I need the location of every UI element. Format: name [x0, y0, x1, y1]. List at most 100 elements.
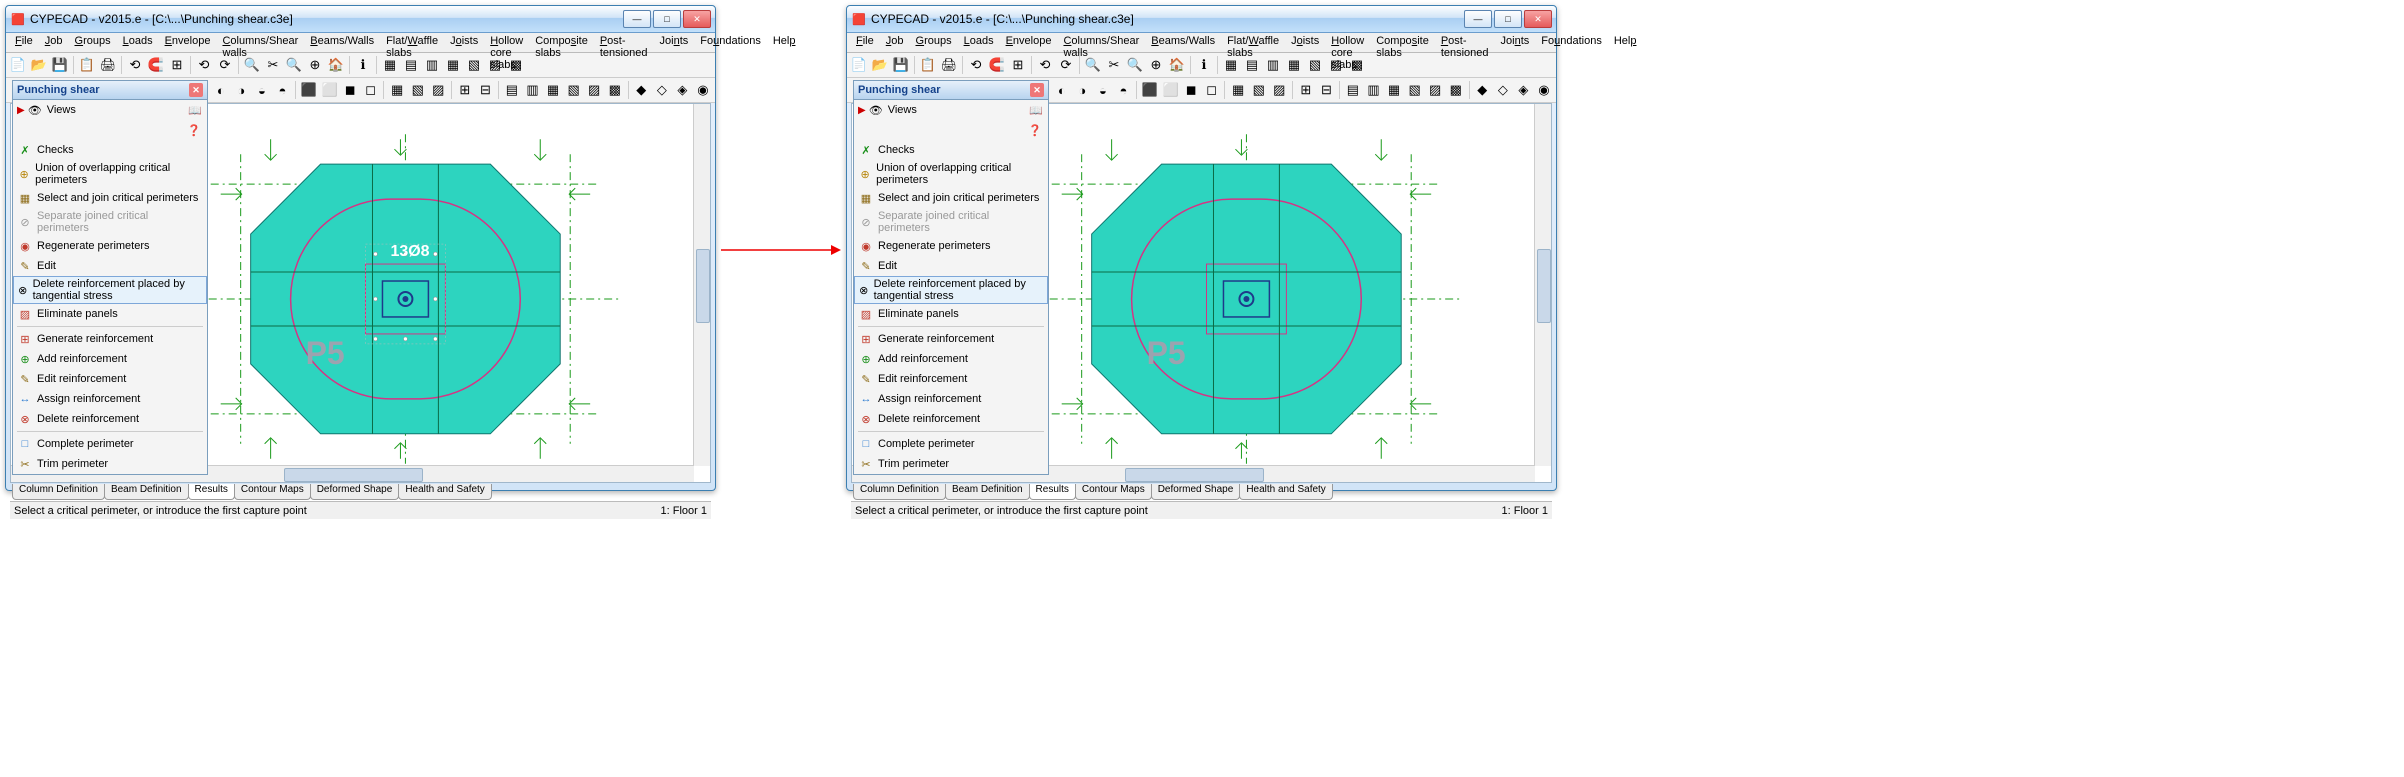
help-icon[interactable]: 📖 — [187, 104, 203, 117]
toolbar-button[interactable]: 🧲 — [987, 55, 1007, 75]
toolbar-button[interactable]: ◐ — [1052, 80, 1072, 100]
toolbar-button[interactable]: ▥ — [523, 80, 543, 100]
toolbar-button[interactable]: ▦ — [543, 80, 563, 100]
tab-deformedshape[interactable]: Deformed Shape — [1151, 484, 1241, 500]
toolbar-button[interactable]: ▥ — [422, 55, 442, 75]
panel-item-assign-reinforcement[interactable]: ↔Assign reinforcement — [854, 389, 1048, 409]
toolbar-button[interactable]: ▨ — [1270, 80, 1290, 100]
panel-item-complete-perimeter[interactable]: □Complete perimeter — [13, 434, 207, 454]
toolbar-button[interactable]: ✂ — [1104, 55, 1124, 75]
toolbar-button[interactable]: 📂 — [29, 55, 49, 75]
panel-titlebar[interactable]: Punching shear ✕ — [13, 81, 207, 100]
info-icon[interactable]: ❓ — [1028, 124, 1042, 137]
panel-item-add-reinforcement[interactable]: ⊕Add reinforcement — [854, 349, 1048, 369]
toolbar-button[interactable]: ▩ — [605, 80, 625, 100]
menu-foundations[interactable]: Foundations — [694, 33, 767, 52]
toolbar-button[interactable]: ⊟ — [476, 80, 496, 100]
toolbar-button[interactable]: ▤ — [401, 55, 421, 75]
menu-foundations[interactable]: Foundations — [1535, 33, 1608, 52]
toolbar-button[interactable]: 📋 — [918, 55, 938, 75]
menu-joists[interactable]: Joists — [1285, 33, 1325, 52]
panel-item-eliminate-panels[interactable]: ▨Eliminate panels — [13, 304, 207, 324]
menu-groups[interactable]: Groups — [910, 33, 958, 52]
toolbar-button[interactable]: ⟲ — [966, 55, 986, 75]
panel-item-add-reinforcement[interactable]: ⊕Add reinforcement — [13, 349, 207, 369]
tab-healthandsafety[interactable]: Health and Safety — [1239, 484, 1333, 500]
toolbar-button[interactable]: ▩ — [1347, 55, 1367, 75]
toolbar-button[interactable]: ⟳ — [215, 55, 235, 75]
menu-flatwaffleslabs[interactable]: Flat/Waffle slabs — [1221, 33, 1285, 52]
info-icon[interactable]: ❓ — [187, 124, 201, 137]
menu-hollowcoreslabs[interactable]: Hollow core slabs — [1325, 33, 1370, 52]
toolbar-button[interactable]: 🏠 — [1167, 55, 1187, 75]
menu-joists[interactable]: Joists — [444, 33, 484, 52]
toolbar-button[interactable]: ▦ — [387, 80, 407, 100]
tab-deformedshape[interactable]: Deformed Shape — [310, 484, 400, 500]
toolbar-button[interactable]: 📂 — [870, 55, 890, 75]
menu-beamswalls[interactable]: Beams/Walls — [1145, 33, 1221, 52]
menu-joints[interactable]: Joints — [654, 33, 695, 52]
toolbar-button[interactable]: ◼ — [340, 80, 360, 100]
toolbar-button[interactable]: ◓ — [273, 80, 293, 100]
menu-posttensioned[interactable]: Post-tensioned — [1435, 33, 1495, 52]
toolbar-button[interactable]: ▥ — [1263, 55, 1283, 75]
toolbar-button[interactable]: ▦ — [1384, 80, 1404, 100]
panel-item-complete-perimeter[interactable]: □Complete perimeter — [854, 434, 1048, 454]
maximize-button[interactable]: □ — [653, 10, 681, 28]
toolbar-button[interactable]: 📋 — [77, 55, 97, 75]
panel-item-edit-reinforcement[interactable]: ✎Edit reinforcement — [854, 369, 1048, 389]
panel-item-generate-reinforcement[interactable]: ⊞Generate reinforcement — [854, 329, 1048, 349]
toolbar-button[interactable]: 💾 — [50, 55, 70, 75]
menu-joints[interactable]: Joints — [1495, 33, 1536, 52]
panel-help-row[interactable]: ❓ — [854, 120, 1048, 140]
toolbar-button[interactable]: ⬜ — [1161, 80, 1181, 100]
panel-item-eliminate-panels[interactable]: ▨Eliminate panels — [854, 304, 1048, 324]
toolbar-button[interactable]: ◑ — [1073, 80, 1093, 100]
toolbar-button[interactable]: ◐ — [211, 80, 231, 100]
tab-beamdefinition[interactable]: Beam Definition — [104, 484, 189, 500]
menu-help[interactable]: Help — [1608, 33, 1643, 52]
toolbar-button[interactable]: ▨ — [429, 80, 449, 100]
menu-columnsshearwalls[interactable]: Columns/Shear walls — [216, 33, 304, 52]
panel-item-generate-reinforcement[interactable]: ⊞Generate reinforcement — [13, 329, 207, 349]
menu-compositeslabs[interactable]: Composite slabs — [1370, 33, 1435, 52]
toolbar-button[interactable]: ▦ — [1284, 55, 1304, 75]
toolbar-button[interactable]: 🔍 — [1083, 55, 1103, 75]
toolbar-button[interactable]: ◉ — [1534, 80, 1554, 100]
toolbar-button[interactable]: ◻ — [1202, 80, 1222, 100]
panel-item-trim-perimeter[interactable]: ✂Trim perimeter — [854, 454, 1048, 474]
panel-close-button[interactable]: ✕ — [1030, 83, 1044, 97]
tab-contourmaps[interactable]: Contour Maps — [234, 484, 311, 500]
panel-item-checks[interactable]: ✗Checks — [13, 140, 207, 160]
panel-item-assign-reinforcement[interactable]: ↔Assign reinforcement — [13, 389, 207, 409]
panel-item-checks[interactable]: ✗Checks — [854, 140, 1048, 160]
toolbar-button[interactable]: ◼ — [1181, 80, 1201, 100]
toolbar-button[interactable]: ▨ — [485, 55, 505, 75]
toolbar-button[interactable]: ✂ — [263, 55, 283, 75]
toolbar-button[interactable]: ⊞ — [1296, 80, 1316, 100]
toolbar-button[interactable]: 🧲 — [146, 55, 166, 75]
toolbar-button[interactable]: ▤ — [502, 80, 522, 100]
toolbar-button[interactable]: ▦ — [1221, 55, 1241, 75]
menu-file[interactable]: File — [9, 33, 39, 52]
menu-columnsshearwalls[interactable]: Columns/Shear walls — [1057, 33, 1145, 52]
toolbar-button[interactable]: 📄 — [849, 55, 869, 75]
toolbar-button[interactable]: ◇ — [652, 80, 672, 100]
menu-groups[interactable]: Groups — [69, 33, 117, 52]
toolbar-button[interactable]: ⟳ — [1056, 55, 1076, 75]
panel-item-edit-reinforcement[interactable]: ✎Edit reinforcement — [13, 369, 207, 389]
tab-beamdefinition[interactable]: Beam Definition — [945, 484, 1030, 500]
panel-close-button[interactable]: ✕ — [189, 83, 203, 97]
toolbar-button[interactable]: ◒ — [1093, 80, 1113, 100]
menu-job[interactable]: Job — [880, 33, 910, 52]
toolbar-button[interactable]: 📄 — [8, 55, 28, 75]
toolbar-button[interactable]: ⬛ — [299, 80, 319, 100]
minimize-button[interactable]: — — [623, 10, 651, 28]
tab-columndefinition[interactable]: Column Definition — [853, 484, 946, 500]
help-icon[interactable]: 📖 — [1028, 104, 1044, 117]
toolbar-button[interactable]: 🔍 — [284, 55, 304, 75]
toolbar-button[interactable]: ⟲ — [125, 55, 145, 75]
toolbar-button[interactable]: ▧ — [1249, 80, 1269, 100]
toolbar-button[interactable]: ◉ — [693, 80, 713, 100]
toolbar-button[interactable]: ▦ — [380, 55, 400, 75]
